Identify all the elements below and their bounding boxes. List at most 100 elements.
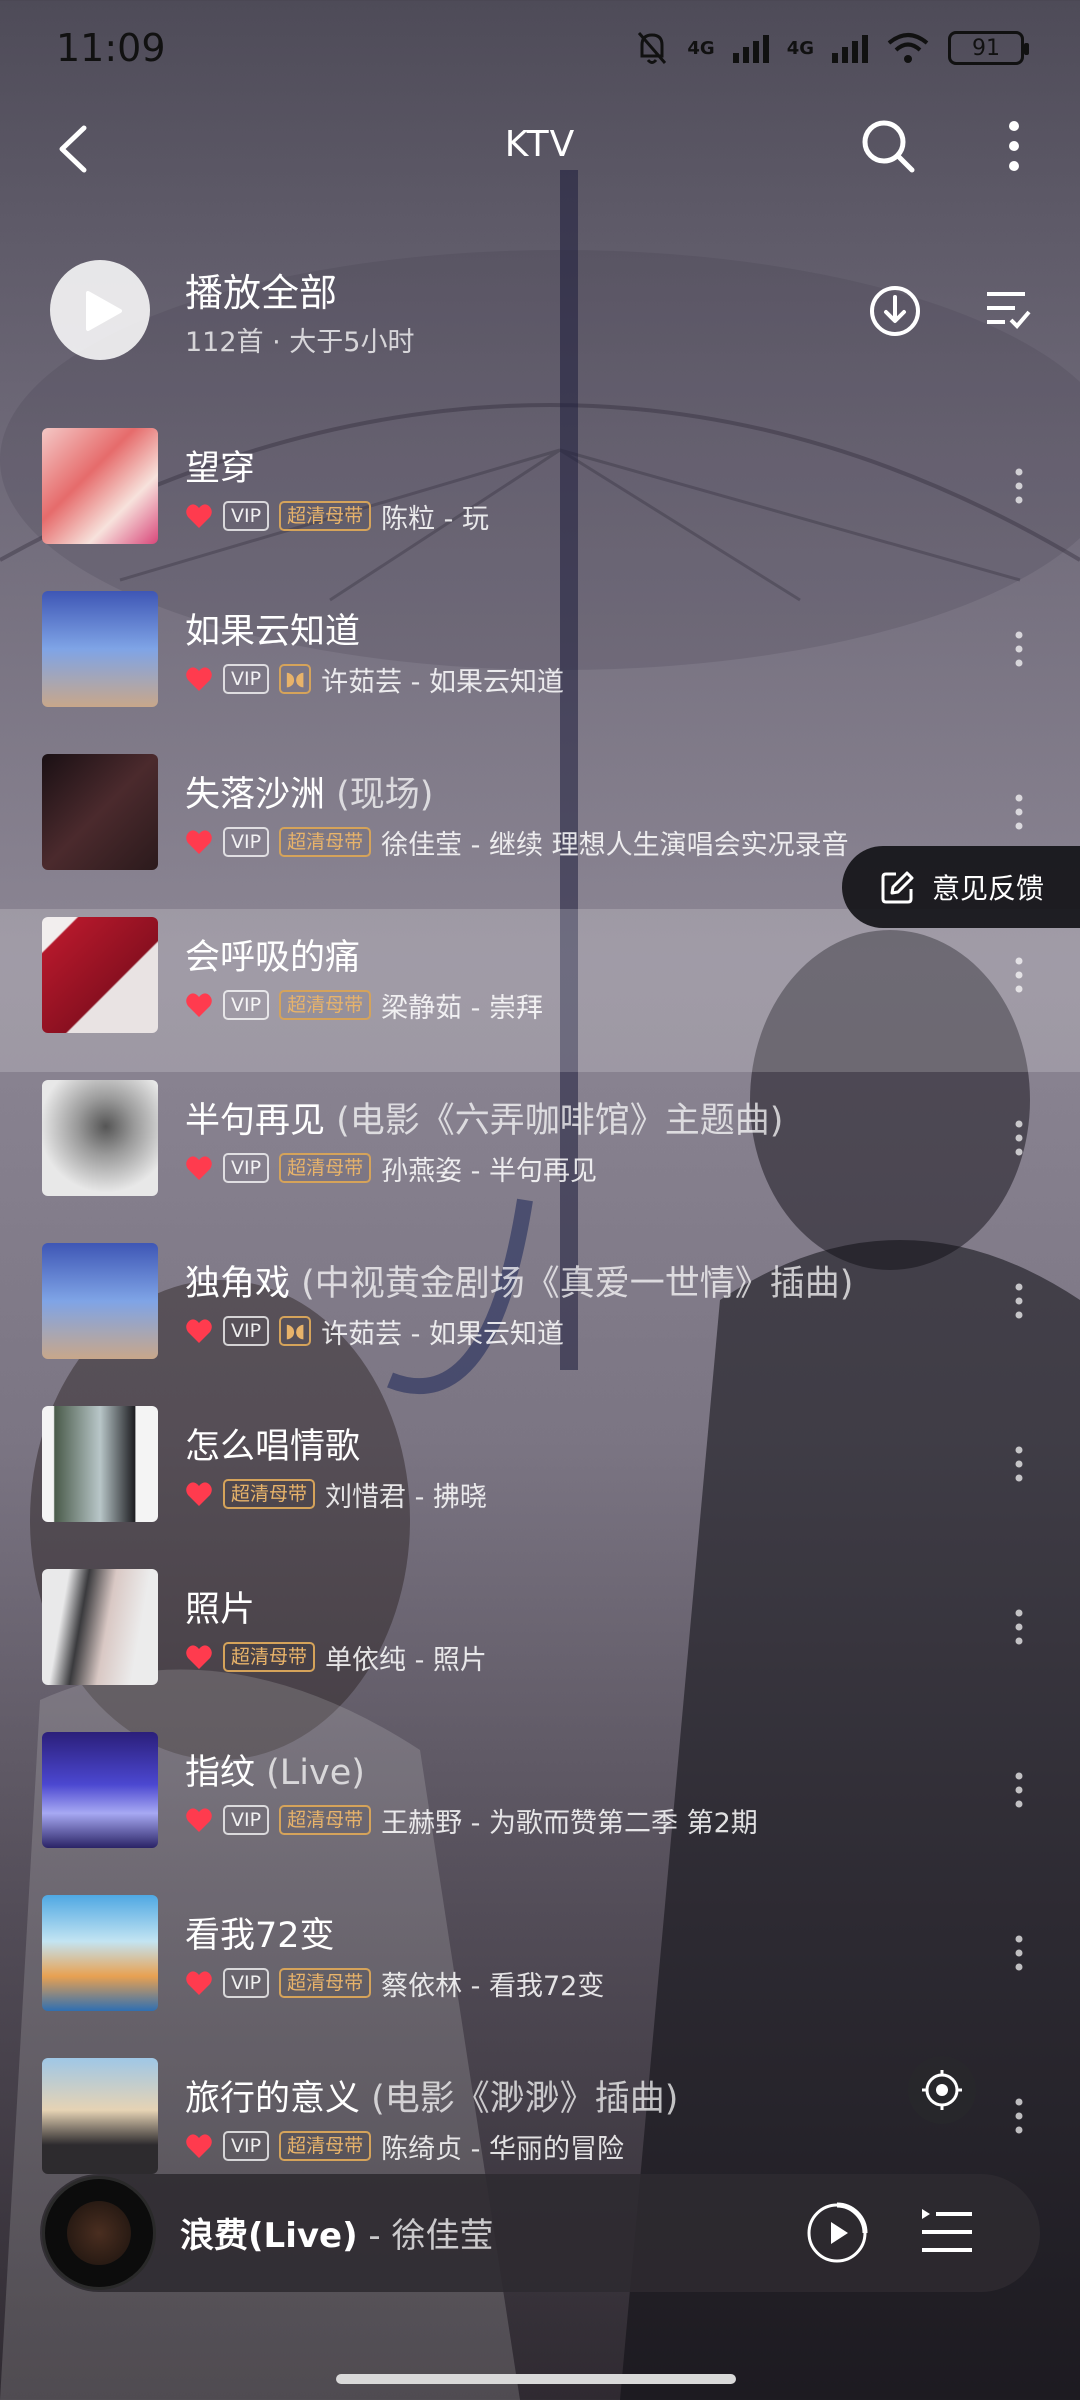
song-info: VIP 超清母带 蔡依林 - 看我72变 [185,1965,604,2002]
song-more-icon[interactable] [1012,1118,1026,1158]
master-quality-badge: 超清母带 [279,2131,372,2161]
vip-badge: VIP [223,664,270,694]
master-quality-badge: 超清母带 [279,1968,372,1998]
song-more-icon[interactable] [1012,1933,1026,1973]
now-playing-song: 浪费(Live) [180,2216,358,2256]
heart-icon[interactable] [185,666,213,692]
heart-icon[interactable] [185,1807,213,1833]
song-more-icon[interactable] [1012,629,1026,669]
heart-icon[interactable] [185,1155,213,1181]
battery-level: 91 [972,35,1000,61]
song-row[interactable]: 半句再见 (电影《六弄咖啡馆》主题曲) VIP 超清母带 孙燕姿 - 半句再见 [0,1072,1080,1235]
song-row[interactable]: 会呼吸的痛 VIP 超清母带 梁静茹 - 崇拜 [0,909,1080,1072]
edit-icon [881,871,914,904]
heart-icon[interactable] [185,1318,213,1344]
song-title: 怎么唱情歌 [185,1427,361,1467]
album-cover [42,591,158,707]
album-cover [42,1080,158,1196]
song-row[interactable]: 指纹 (Live) VIP 超清母带 王赫野 - 为歌而赞第二季 第2期 [0,1724,1080,1887]
song-more-icon[interactable] [1012,955,1026,995]
more-vertical-icon[interactable] [990,116,1038,176]
song-info: VIP ◗◖ 许茹芸 - 如果云知道 [185,661,564,698]
play-pause-icon[interactable] [806,2202,868,2264]
battery-icon: 91 [948,31,1029,65]
song-title: 失落沙洲 (现场) [185,775,434,815]
album-cover [42,1895,158,2011]
song-info: VIP 超清母带 王赫野 - 为歌而赞第二季 第2期 [185,1802,758,1839]
home-indicator[interactable] [336,2374,736,2384]
heart-icon[interactable] [185,1481,213,1507]
feedback-button[interactable]: 意见反馈 [842,846,1080,928]
album-cover [42,1569,158,1685]
master-quality-badge: 超清母带 [279,1805,372,1835]
heart-icon[interactable] [185,1970,213,1996]
song-row[interactable]: 看我72变 VIP 超清母带 蔡依林 - 看我72变 [0,1887,1080,2050]
vip-badge: VIP [223,1805,270,1835]
playlist-queue-icon[interactable] [920,2208,974,2258]
heart-icon[interactable] [185,992,213,1018]
song-more-icon[interactable] [1012,792,1026,832]
heart-icon[interactable] [185,2133,213,2159]
download-icon[interactable] [868,284,922,338]
song-title: 指纹 (Live) [185,1753,365,1793]
now-playing-artist: 徐佳莹 [391,2216,494,2256]
page-title: KTV [504,124,576,165]
dolby-icon: ◗◖ [279,664,312,694]
top-bar: KTV [0,96,1080,200]
heart-icon[interactable] [185,829,213,855]
album-cover [42,2058,158,2174]
song-row[interactable]: 望穿 VIP 超清母带 陈粒 - 玩 [0,420,1080,583]
artist-album: 孙燕姿 - 半句再见 [381,1155,597,1187]
song-info: VIP 超清母带 梁静茹 - 崇拜 [185,987,543,1024]
album-cover [42,1732,158,1848]
song-title: 半句再见 (电影《六弄咖啡馆》主题曲) [185,1101,784,1141]
artist-album: 陈绮贞 - 华丽的冒险 [381,2133,624,2165]
song-title: 旅行的意义 (电影《渺渺》插曲) [185,2079,679,2119]
status-bar: 11:09 4G 4G 91 [0,0,1080,96]
play-all-label[interactable]: 播放全部 [185,262,337,317]
song-more-icon[interactable] [1012,2096,1026,2136]
play-icon [86,291,122,331]
song-info: VIP 超清母带 陈粒 - 玩 [185,498,489,535]
vip-badge: VIP [223,501,270,531]
song-more-icon[interactable] [1012,1770,1026,1810]
artist-album: 徐佳莹 - 继续 理想人生演唱会实况录音 [381,829,849,861]
mute-bell-icon [638,32,667,64]
search-icon[interactable] [858,116,918,176]
album-cover [42,1243,158,1359]
locate-current-button[interactable] [908,2056,976,2124]
song-more-icon[interactable] [1012,1281,1026,1321]
artist-album: 陈粒 - 玩 [381,503,489,535]
artist-album: 刘惜君 - 拂晓 [325,1481,487,1513]
song-row[interactable]: 如果云知道 VIP ◗◖ 许茹芸 - 如果云知道 [0,583,1080,746]
master-quality-badge: 超清母带 [279,1153,372,1183]
song-row[interactable]: 独角戏 (中视黄金剧场《真爱一世情》插曲) VIP ◗◖ 许茹芸 - 如果云知道 [0,1235,1080,1398]
song-row[interactable]: 怎么唱情歌 超清母带 刘惜君 - 拂晓 [0,1398,1080,1561]
heart-icon[interactable] [185,1644,213,1670]
master-quality-badge: 超清母带 [279,501,372,531]
multi-select-icon[interactable] [985,288,1031,330]
song-list: 望穿 VIP 超清母带 陈粒 - 玩 如果云知道 VIP ◗◖ 许茹芸 - 如果… [0,420,1080,2213]
master-quality-badge: 超清母带 [279,827,372,857]
song-more-icon[interactable] [1012,1607,1026,1647]
vip-badge: VIP [223,827,270,857]
artist-album: 单依纯 - 照片 [325,1644,487,1676]
song-more-icon[interactable] [1012,1444,1026,1484]
song-row[interactable]: 照片 超清母带 单依纯 - 照片 [0,1561,1080,1724]
heart-icon[interactable] [185,503,213,529]
song-title: 会呼吸的痛 [185,938,361,978]
album-cover [42,754,158,870]
artist-album: 王赫野 - 为歌而赞第二季 第2期 [381,1807,758,1839]
song-info: VIP 超清母带 徐佳莹 - 继续 理想人生演唱会实况录音 [185,824,849,861]
song-more-icon[interactable] [1012,466,1026,506]
now-playing-separator: - [357,2216,392,2256]
now-playing-disc[interactable] [42,2176,156,2290]
song-info: VIP 超清母带 陈绮贞 - 华丽的冒险 [185,2128,624,2165]
song-title: 独角戏 (中视黄金剧场《真爱一世情》插曲) [185,1264,854,1304]
play-all-bar: 播放全部 112首 · 大于5小时 [0,250,1080,380]
signal-icon [732,33,769,63]
vip-badge: VIP [223,990,270,1020]
vip-badge: VIP [223,1153,270,1183]
mini-player[interactable]: 浪费(Live) - 徐佳莹 [40,2174,1040,2292]
play-all-button[interactable] [50,260,150,360]
